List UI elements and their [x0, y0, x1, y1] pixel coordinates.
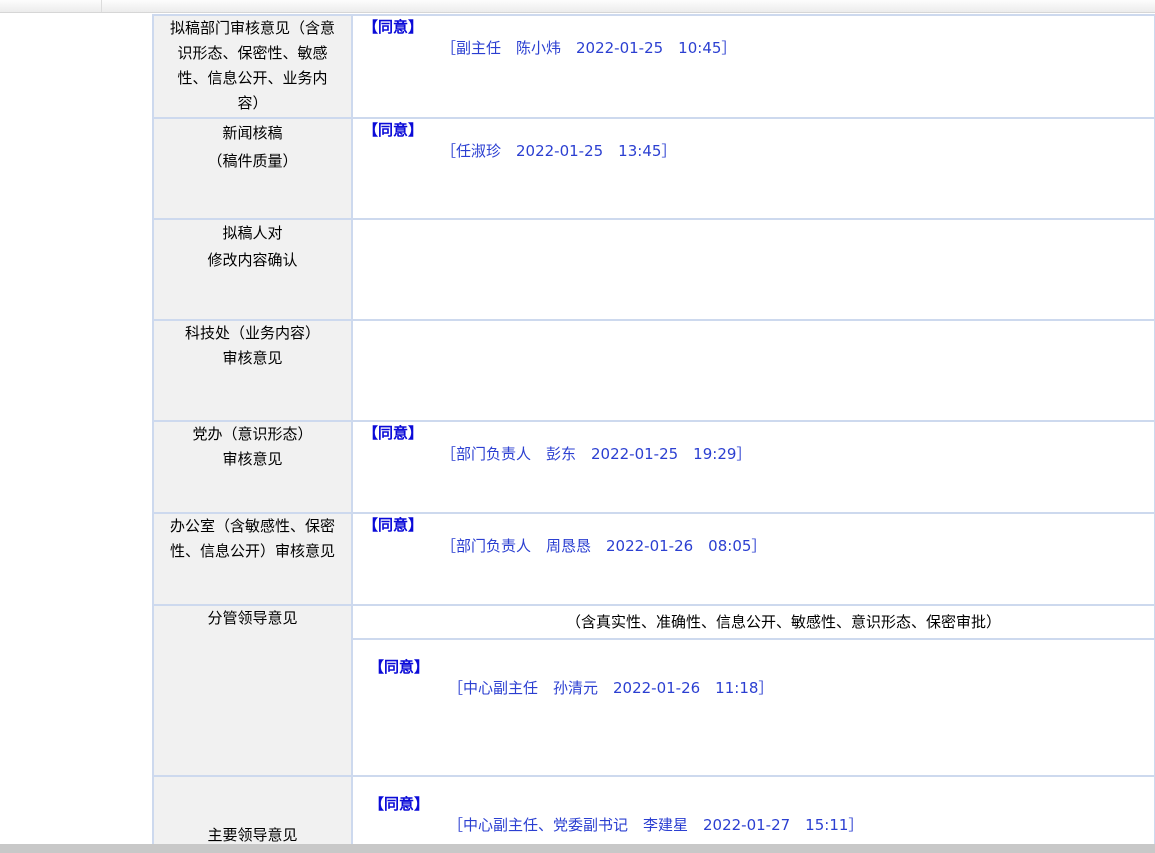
opinion-text: 【同意】 [369, 658, 430, 676]
table-row: 拟稿人对 修改内容确认 [152, 218, 1155, 321]
label-line: 办公室（含敏感性、保密 [169, 517, 335, 535]
approval-form: 拟稿部门审核意见（含意 识形态、保密性、敏感 性、信息公开、业务内 容） 【同意… [152, 14, 1155, 844]
label-line: 拟稿人对 [222, 224, 283, 242]
row-label: 主要领导意见 [152, 775, 353, 844]
row-label: 拟稿部门审核意见（含意 识形态、保密性、敏感 性、信息公开、业务内 容） [152, 14, 353, 119]
opinion-text: 【同意】 [363, 121, 424, 139]
signature-text: ［中心副主任、党委副书记 李建星 2022-01-27 15:11］ [448, 816, 864, 834]
signature-text: ［任淑珍 2022-01-25 13:45］ [441, 142, 677, 160]
table-row: 党办（意识形态） 审核意见 【同意】 ［部门负责人 彭东 2022-01-25 … [152, 420, 1155, 514]
label-line: 新闻核稿 [222, 124, 283, 142]
table-row: 分管领导意见 （含真实性、准确性、信息公开、敏感性、意识形态、保密审批） 【同意… [152, 604, 1155, 777]
opinion-text: 【同意】 [363, 424, 424, 442]
row-content: 【同意】 ［任淑珍 2022-01-25 13:45］ [351, 117, 1155, 220]
opinion-text: 【同意】 [363, 516, 424, 534]
table-row: 新闻核稿 （稿件质量） 【同意】 ［任淑珍 2022-01-25 13:45］ [152, 117, 1155, 220]
label-line: 审核意见 [222, 349, 283, 367]
row-content: 【同意】 ［部门负责人 彭东 2022-01-25 19:29］ [351, 420, 1155, 514]
row-content: 【同意】 ［中心副主任、党委副书记 李建星 2022-01-27 15:11］ [351, 775, 1155, 844]
row-content: 【同意】 ［副主任 陈小炜 2022-01-25 10:45］ [351, 14, 1155, 119]
signature-text: ［部门负责人 彭东 2022-01-25 19:29］ [441, 445, 752, 463]
approval-table: 拟稿部门审核意见（含意 识形态、保密性、敏感 性、信息公开、业务内 容） 【同意… [152, 14, 1155, 844]
row-label: 科技处（业务内容） 审核意见 [152, 319, 353, 422]
top-bar-segment [0, 0, 102, 12]
opinion-text: 【同意】 [363, 18, 424, 36]
signature-text: ［副主任 陈小炜 2022-01-25 10:45］ [441, 39, 737, 57]
row-label: 分管领导意见 [152, 604, 353, 777]
label-line: 主要领导意见 [207, 826, 298, 844]
window-top-bar [0, 0, 1155, 13]
row-label: 党办（意识形态） 审核意见 [152, 420, 353, 514]
label-line: 党办（意识形态） [192, 425, 313, 443]
row-content: （含真实性、准确性、信息公开、敏感性、意识形态、保密审批） 【同意】 ［中心副主… [351, 604, 1155, 777]
label-line: 分管领导意见 [207, 609, 298, 627]
horizontal-scrollbar[interactable] [0, 844, 1155, 853]
label-line: （稿件质量） [207, 152, 298, 170]
signature-text: ［中心副主任 孙清元 2022-01-26 11:18］ [448, 679, 774, 697]
row-content [351, 319, 1155, 422]
label-line: 识形态、保密性、敏感 [177, 44, 328, 62]
table-row: 主要领导意见 【同意】 ［中心副主任、党委副书记 李建星 2022-01-27 … [152, 775, 1155, 844]
label-line: 拟稿部门审核意见（含意 [169, 19, 335, 37]
table-row: 办公室（含敏感性、保密 性、信息公开）审核意见 【同意】 ［部门负责人 周恳恳 … [152, 512, 1155, 606]
approval-scope-note: （含真实性、准确性、信息公开、敏感性、意识形态、保密审批） [353, 606, 1154, 640]
label-line: 修改内容确认 [207, 251, 298, 269]
row-label: 新闻核稿 （稿件质量） [152, 117, 353, 220]
signature-text: ［部门负责人 周恳恳 2022-01-26 08:05］ [441, 537, 767, 555]
row-label: 办公室（含敏感性、保密 性、信息公开）审核意见 [152, 512, 353, 606]
label-line: 容） [237, 94, 268, 112]
label-line: 性、信息公开、业务内 [177, 69, 328, 87]
label-line: 性、信息公开）审核意见 [169, 542, 335, 560]
table-row: 拟稿部门审核意见（含意 识形态、保密性、敏感 性、信息公开、业务内 容） 【同意… [152, 14, 1155, 119]
row-label: 拟稿人对 修改内容确认 [152, 218, 353, 321]
row-content: 【同意】 ［部门负责人 周恳恳 2022-01-26 08:05］ [351, 512, 1155, 606]
table-row: 科技处（业务内容） 审核意见 [152, 319, 1155, 422]
label-line: 审核意见 [222, 450, 283, 468]
label-line: 科技处（业务内容） [184, 324, 320, 342]
row-content [351, 218, 1155, 321]
opinion-text: 【同意】 [369, 795, 430, 813]
